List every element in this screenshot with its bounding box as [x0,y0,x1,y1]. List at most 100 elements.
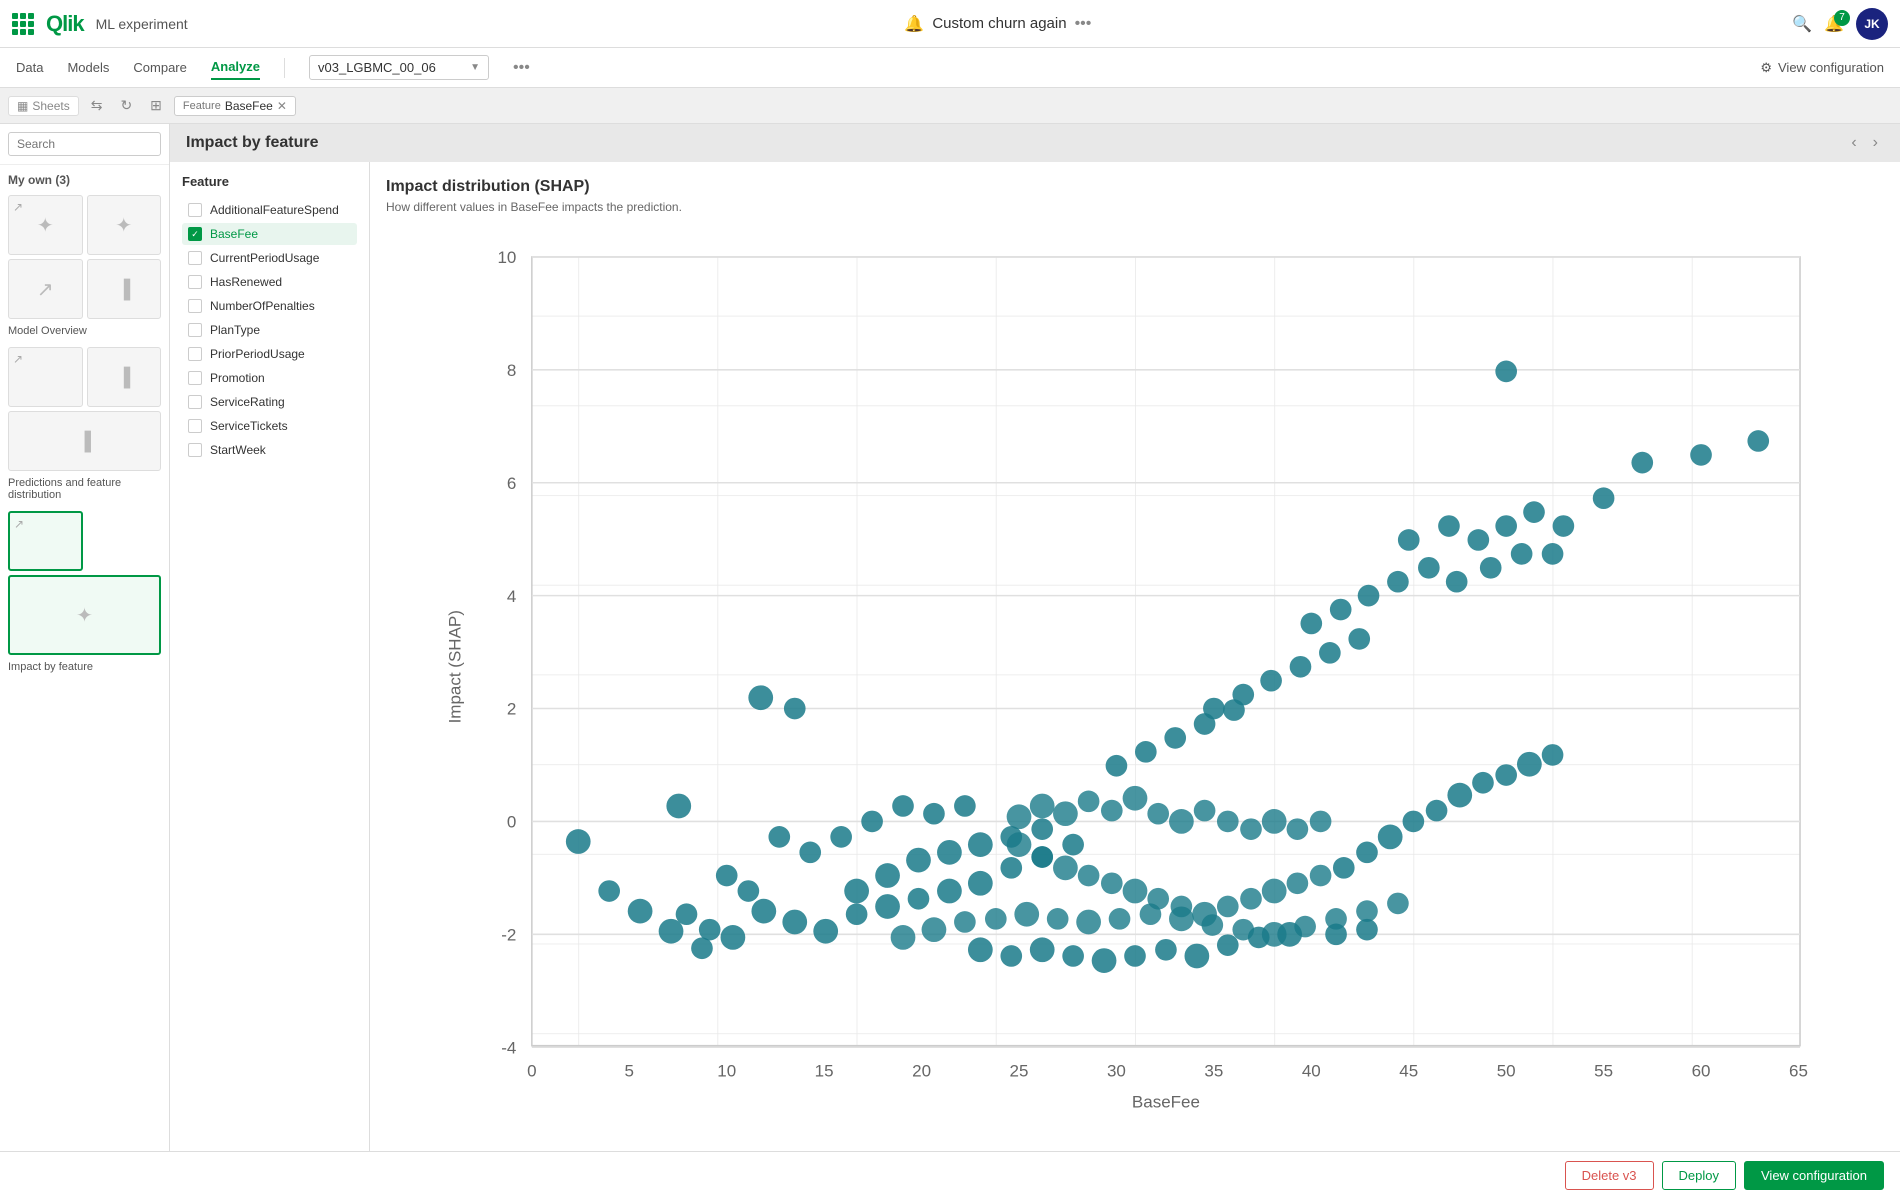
svg-text:0: 0 [527,1062,536,1081]
nav-compare[interactable]: Compare [133,56,186,79]
feature-panel-title: Feature [182,174,357,189]
feature-checkbox-priorperiodusage[interactable] [188,347,202,361]
sheet-item-model-overview[interactable]: ↗ ✦ ✦ ↗ ▐ Model Overview [0,191,169,343]
sheet-item-predictions[interactable]: ↗ ▐ ▐ Predictions and feature distributi… [0,343,169,507]
sidebar-section-label: My own (3) [0,165,169,191]
feature-checkbox-servicetickets[interactable] [188,419,202,433]
feature-item-hasrenewed[interactable]: HasRenewed [182,271,357,293]
svg-text:BaseFee: BaseFee [1132,1093,1200,1112]
sheets-icon: ▦ [17,99,28,113]
feature-checkbox-currentperiodusage[interactable] [188,251,202,265]
feature-checkbox-additionalfeaturespend[interactable] [188,203,202,217]
sheet-thumb-impact-tl: ↗ [8,511,83,571]
model-selector[interactable]: v03_LGBMC_00_06 ▼ [309,55,489,80]
sidebar-search-area [0,124,169,165]
experiment-more-button[interactable]: ••• [1075,15,1092,33]
svg-text:-4: -4 [501,1038,516,1057]
feature-item-servicetickets[interactable]: ServiceTickets [182,415,357,437]
sheet-thumb-bl: ↗ [8,259,83,319]
nav-models[interactable]: Models [67,56,109,79]
svg-text:55: 55 [1594,1062,1613,1081]
sheet-thumb-impact-main: ✦ [8,575,161,655]
sheets-label: Sheets [32,99,69,113]
toolbar-button-1[interactable]: ⇆ [85,95,109,116]
scatter-chart: 10 8 6 4 2 0 -2 -4 [386,226,1884,1123]
toolbar-button-2[interactable]: ↻ [114,95,138,116]
svg-text:6: 6 [507,474,516,493]
feature-chip[interactable]: Feature BaseFee ✕ [174,96,296,116]
feature-checkbox-promotion[interactable] [188,371,202,385]
feature-label-basefee: BaseFee [210,227,258,241]
experiment-title: Custom churn again [932,15,1066,32]
notification-button[interactable]: 🔔 7 [1824,14,1844,34]
svg-text:5: 5 [625,1062,634,1081]
sidebar-search-input[interactable] [8,132,161,156]
feature-item-numberofpenalties[interactable]: NumberOfPenalties [182,295,357,317]
sheet-label-impact: Impact by feature [0,659,169,679]
chart-title: Impact distribution (SHAP) [386,178,1884,196]
notification-badge: 7 [1834,10,1850,26]
feature-label-startweek: StartWeek [210,443,266,457]
toolbar-button-3[interactable]: ⊞ [144,95,168,116]
chart-area: Impact distribution (SHAP) How different… [370,162,1900,1151]
alert-icon: 🔔 [904,14,924,34]
chip-label: Feature [183,100,221,112]
prev-arrow-button[interactable]: ‹ [1845,132,1862,154]
next-arrow-button[interactable]: › [1867,132,1884,154]
svg-text:65: 65 [1789,1062,1808,1081]
feature-item-priorperiodusage[interactable]: PriorPeriodUsage [182,343,357,365]
feature-item-additionalfeaturespend[interactable]: AdditionalFeatureSpend [182,199,357,221]
feature-item-currentperiodusage[interactable]: CurrentPeriodUsage [182,247,357,269]
sheets-button[interactable]: ▦ Sheets [8,96,79,116]
bottom-bar: Delete v3 Deploy View configuration [0,1151,1900,1199]
chip-close-button[interactable]: ✕ [277,99,287,113]
feature-label-numberofpenalties: NumberOfPenalties [210,299,315,313]
svg-text:45: 45 [1399,1062,1418,1081]
feature-label-promotion: Promotion [210,371,265,385]
logo-area: Qlik ML experiment [12,11,188,37]
content-area: Impact by feature ‹ › Feature Additional… [170,124,1900,1151]
svg-text:-2: -2 [501,926,516,945]
sheet-item-impact[interactable]: ↗ ✦ Impact by feature [0,507,169,679]
delete-button[interactable]: Delete v3 [1565,1161,1654,1190]
sheet-label-model-overview: Model Overview [0,323,169,343]
feature-list: AdditionalFeatureSpend BaseFee CurrentPe… [182,199,357,461]
main-layout: My own (3) ↗ ✦ ✦ ↗ ▐ Model Overview [0,124,1900,1151]
feature-item-servicerating[interactable]: ServiceRating [182,391,357,413]
svg-text:10: 10 [717,1062,736,1081]
svg-text:20: 20 [912,1062,931,1081]
search-button[interactable]: 🔍 [1792,14,1812,34]
svg-text:60: 60 [1692,1062,1711,1081]
deploy-button[interactable]: Deploy [1662,1161,1736,1190]
feature-checkbox-servicerating[interactable] [188,395,202,409]
topbar-right: 🔍 🔔 7 JK [1792,8,1888,40]
nav-data[interactable]: Data [16,56,43,79]
feature-item-promotion[interactable]: Promotion [182,367,357,389]
svg-text:8: 8 [507,361,516,380]
feature-checkbox-basefee[interactable] [188,227,202,241]
feature-checkbox-hasrenewed[interactable] [188,275,202,289]
svg-text:25: 25 [1010,1062,1029,1081]
navbar: Data Models Compare Analyze v03_LGBMC_00… [0,48,1900,88]
view-configuration-button[interactable]: View configuration [1744,1161,1884,1190]
feature-label-additionalfeaturespend: AdditionalFeatureSpend [210,203,339,217]
feature-item-startweek[interactable]: StartWeek [182,439,357,461]
feature-checkbox-plantype[interactable] [188,323,202,337]
feature-checkbox-startweek[interactable] [188,443,202,457]
chart-subtitle: How different values in BaseFee impacts … [386,200,1884,214]
nav-analyze[interactable]: Analyze [211,55,260,80]
sheet-thumb-br: ▐ [87,259,162,319]
svg-text:4: 4 [507,587,516,606]
model-more-button[interactable]: ••• [513,59,530,77]
nav-arrows: ‹ › [1845,132,1884,154]
sheet-thumb-pred-tr: ▐ [87,347,162,407]
feature-item-basefee[interactable]: BaseFee [182,223,357,245]
topbar: Qlik ML experiment 🔔 Custom churn again … [0,0,1900,48]
feature-checkbox-numberofpenalties[interactable] [188,299,202,313]
feature-panel: Feature AdditionalFeatureSpend BaseFee C… [170,162,370,1151]
avatar[interactable]: JK [1856,8,1888,40]
feature-item-plantype[interactable]: PlanType [182,319,357,341]
qlik-logo: Qlik [46,11,84,37]
feature-label-servicetickets: ServiceTickets [210,419,288,433]
view-config-button[interactable]: ⚙ View configuration [1760,60,1884,76]
